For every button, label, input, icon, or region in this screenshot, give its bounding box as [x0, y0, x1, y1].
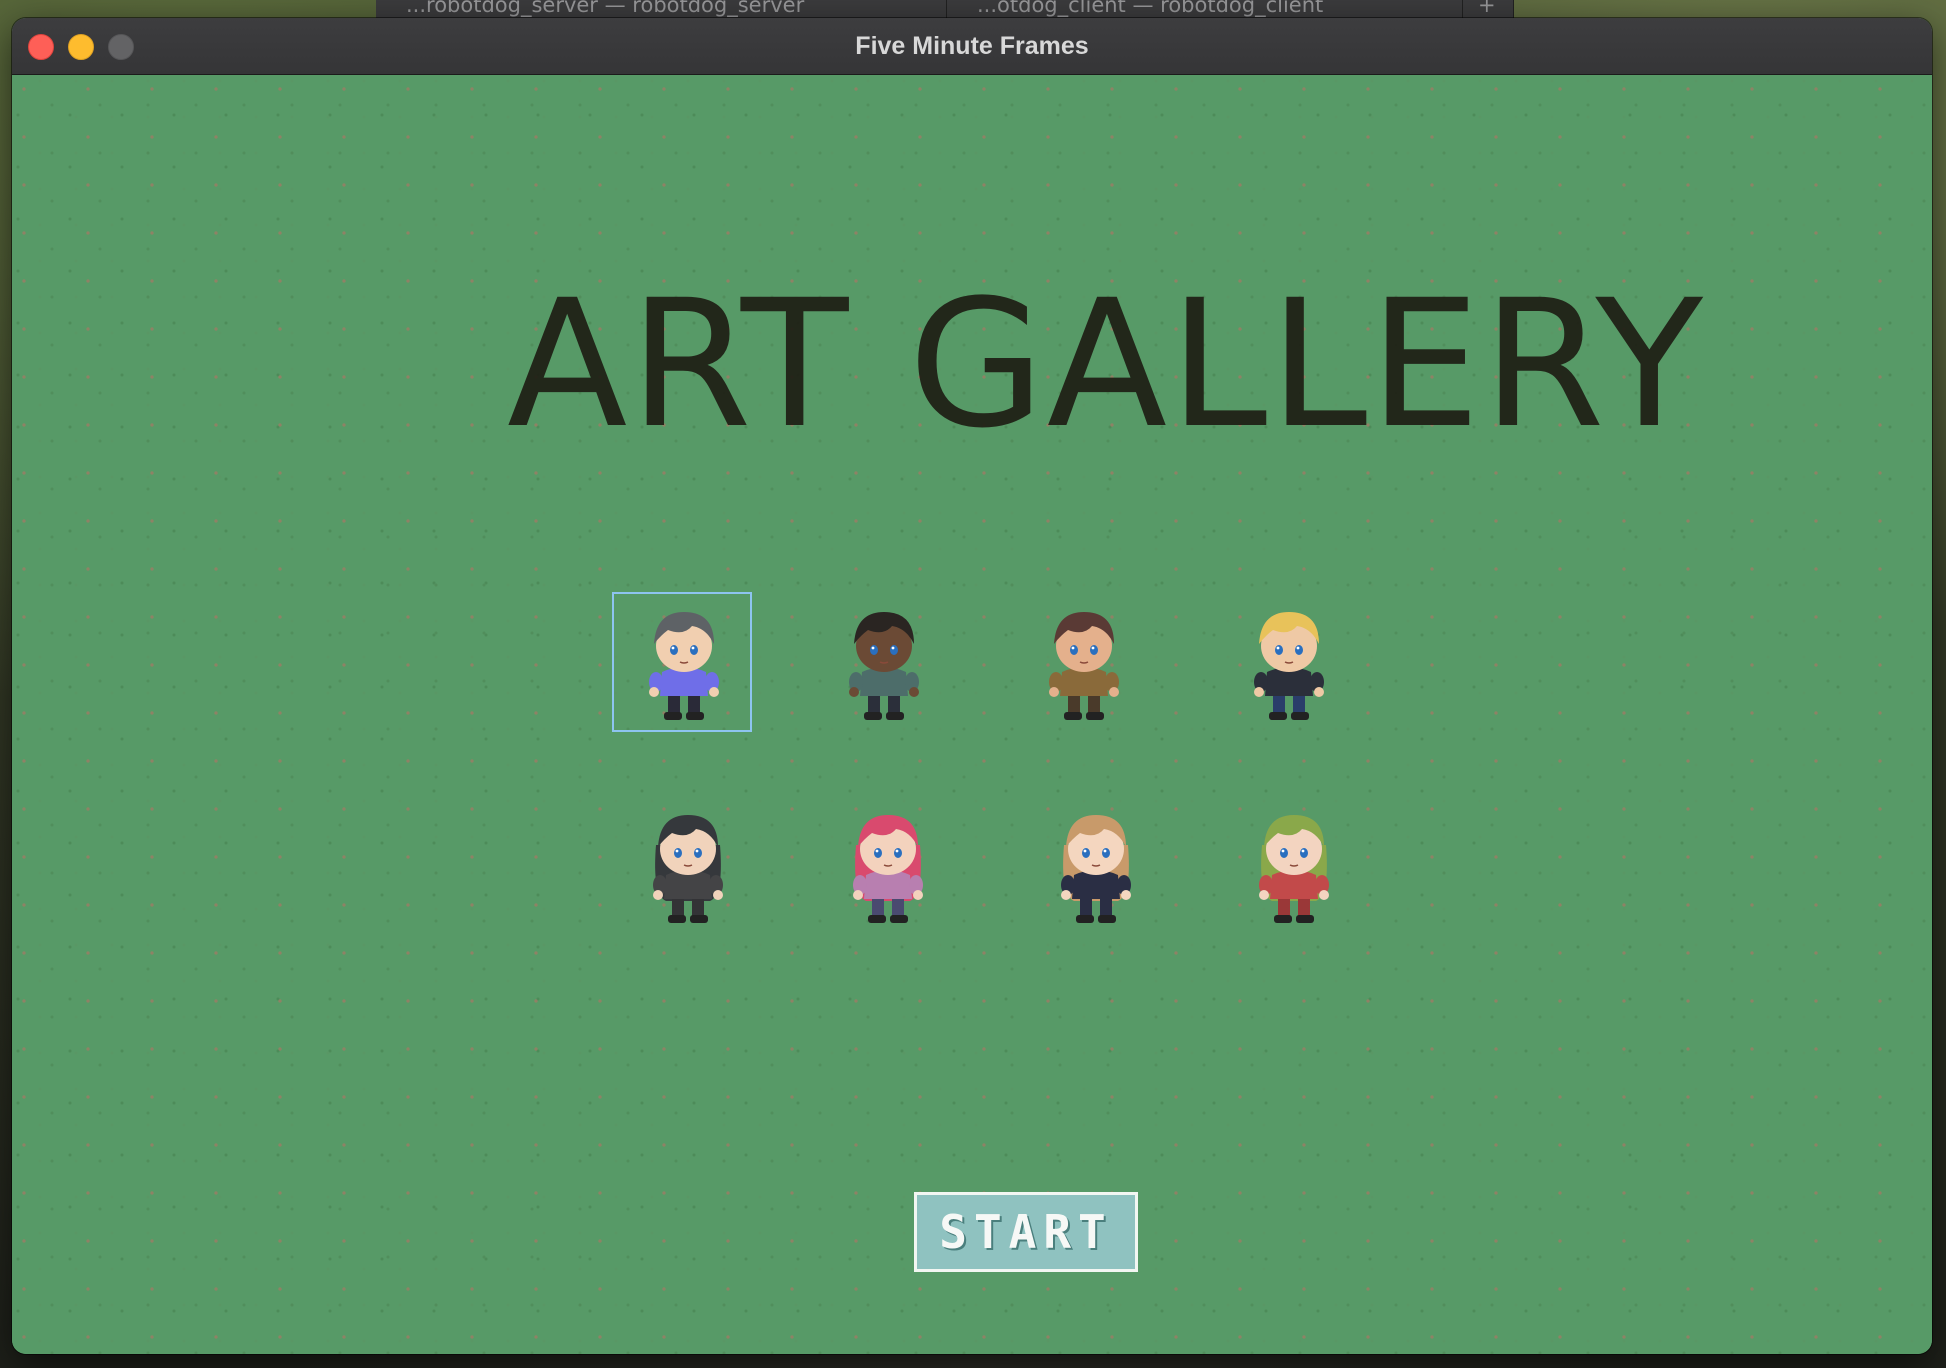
- background-terminal-tabs: ...robotdog_server — robotdog_server ...…: [376, 0, 1514, 18]
- game-canvas: ART GALLERY START: [12, 75, 1932, 1354]
- character-slot-5[interactable]: [616, 795, 756, 935]
- character-slot-3[interactable]: [1012, 592, 1152, 732]
- character-slot-2[interactable]: [812, 592, 952, 732]
- brown-spiky-hair-warrior-icon: [1049, 612, 1119, 720]
- pink-hair-girl-icon: [853, 815, 923, 923]
- window-title: Five Minute Frames: [855, 32, 1089, 60]
- bg-tab-server[interactable]: ...robotdog_server — robotdog_server: [376, 0, 947, 18]
- blonde-bearded-man-icon: [1254, 612, 1324, 720]
- gray-hair-boy-icon: [649, 612, 719, 720]
- bg-tab-new[interactable]: +: [1463, 0, 1514, 18]
- dark-hair-girl-icon: [653, 815, 723, 923]
- character-slot-7[interactable]: [1024, 795, 1164, 935]
- character-slot-1[interactable]: [612, 592, 752, 732]
- character-slot-8[interactable]: [1222, 795, 1362, 935]
- bg-tab-client[interactable]: ...otdog_client — robotdog_client: [947, 0, 1463, 18]
- character-grid: [12, 75, 1932, 1354]
- title-bar: Five Minute Frames: [12, 18, 1932, 75]
- character-slot-4[interactable]: [1217, 592, 1357, 732]
- character-slot-6[interactable]: [816, 795, 956, 935]
- green-hair-knight-icon: [1259, 815, 1329, 923]
- blonde-long-hair-woman-icon: [1061, 815, 1131, 923]
- start-button[interactable]: START: [914, 1192, 1138, 1272]
- dark-skin-man-icon: [849, 612, 919, 720]
- game-window: Five Minute Frames ART GALLERY START: [12, 18, 1932, 1354]
